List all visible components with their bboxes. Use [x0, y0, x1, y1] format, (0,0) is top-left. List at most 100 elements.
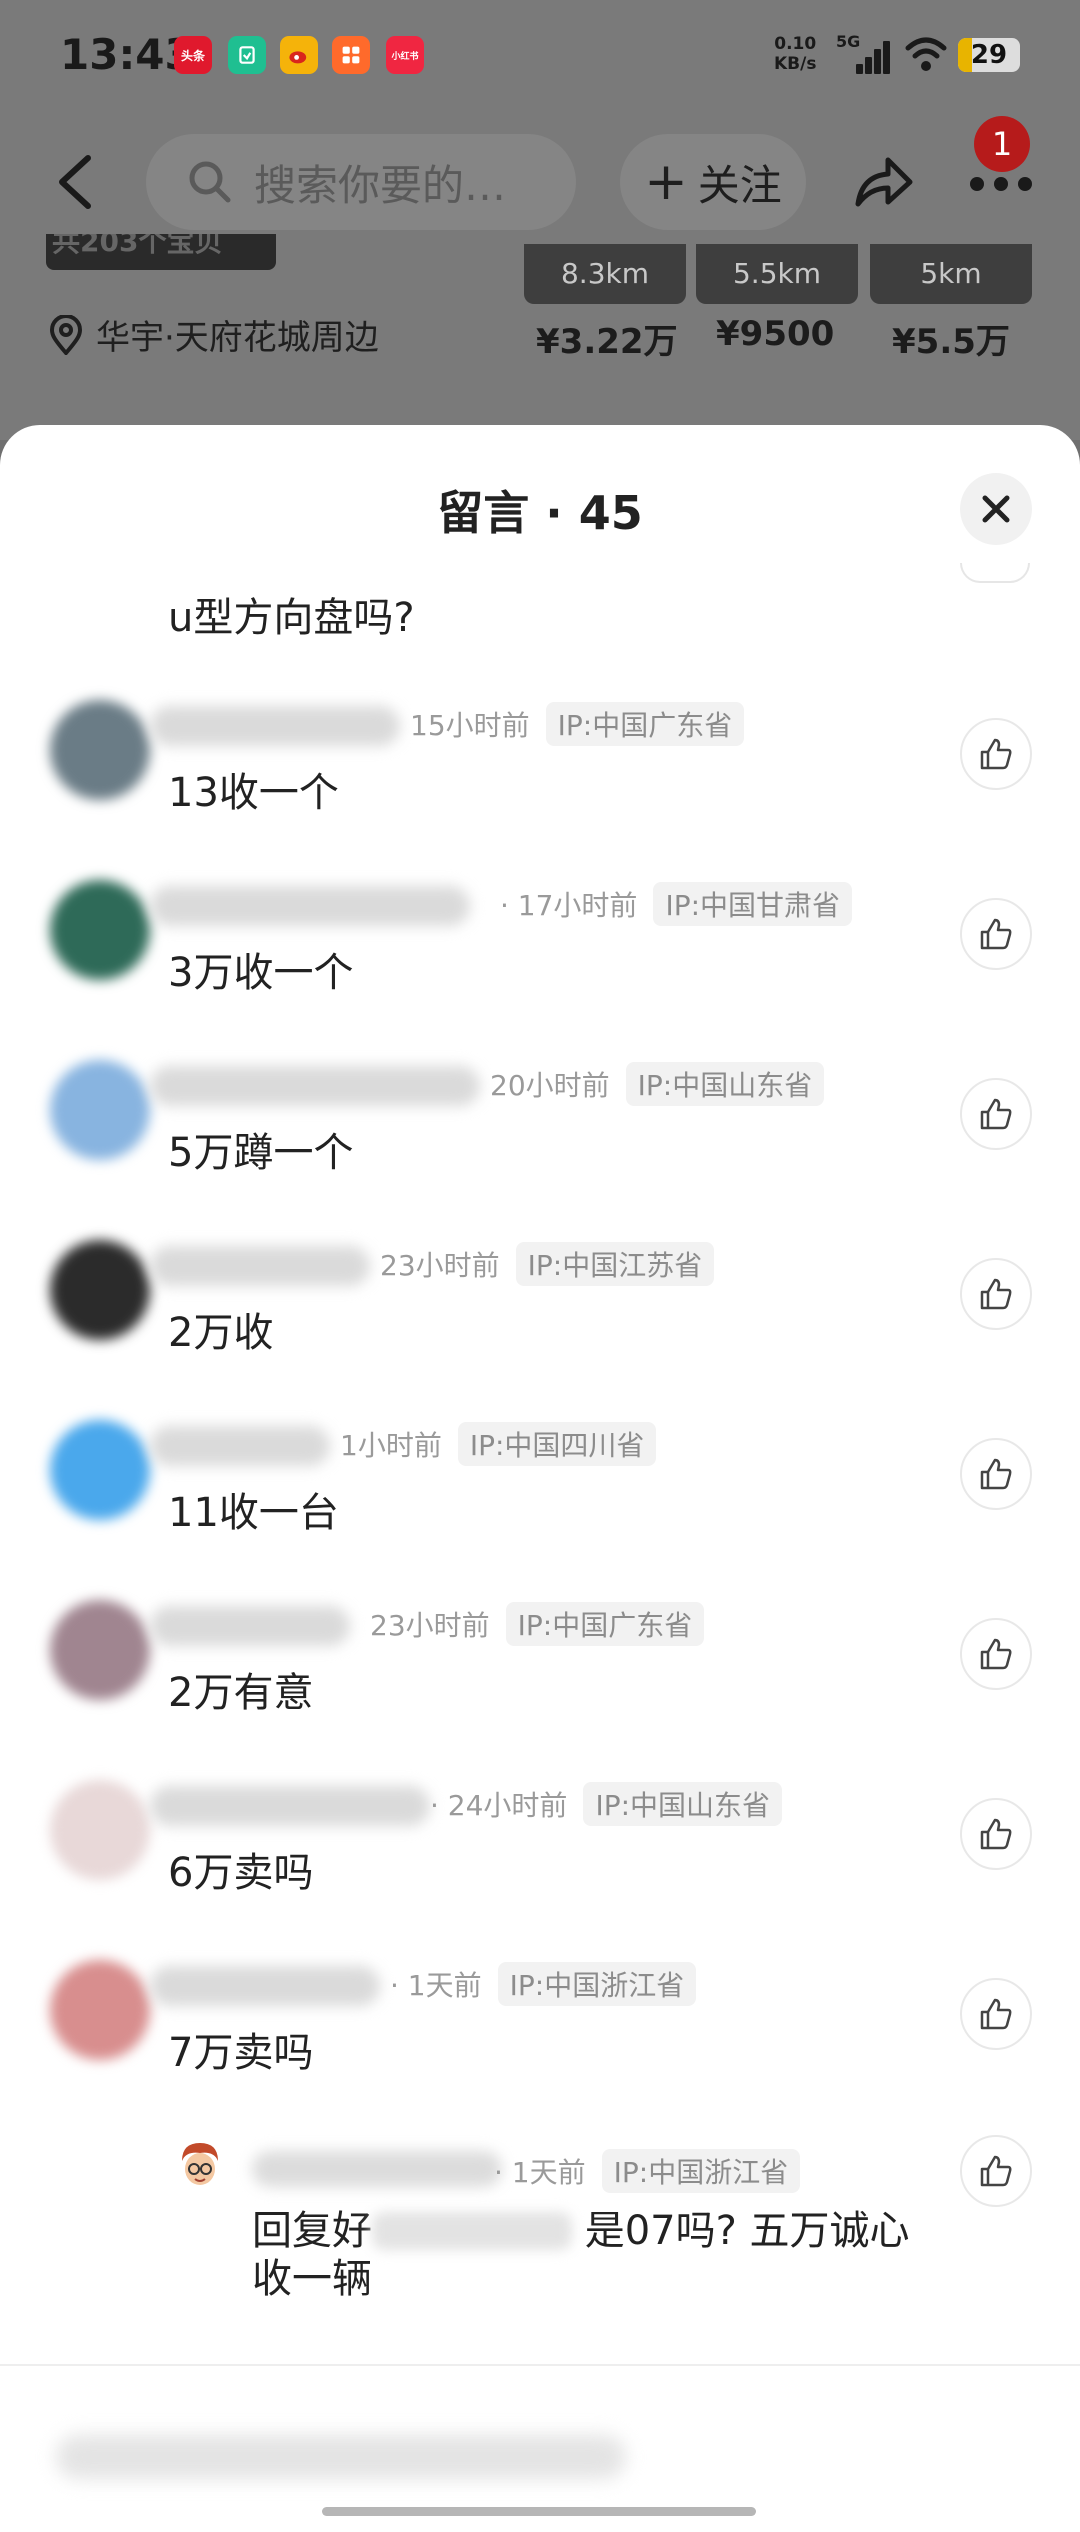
comment-time: · 1天前	[390, 1969, 482, 2002]
divider	[0, 2364, 1080, 2366]
location-text: 华宇·天府花城周边	[96, 318, 379, 358]
notification-badge: 1	[974, 116, 1030, 172]
avatar[interactable]	[50, 880, 150, 980]
username-blurred[interactable]	[150, 1786, 430, 1826]
listing-price: ¥5.5万	[892, 322, 1010, 362]
comment-time: 15小时前	[410, 709, 530, 742]
username-blurred[interactable]	[150, 1426, 330, 1466]
like-button[interactable]	[960, 1078, 1032, 1150]
comment-meta: · 17小时前 IP:中国甘肃省	[500, 882, 853, 926]
location-pin-icon	[49, 314, 83, 355]
comment-text: u型方向盘吗?	[168, 595, 415, 641]
ip-location-badge: IP:中国江苏省	[515, 1242, 715, 1286]
like-button[interactable]	[960, 563, 1030, 583]
location-label[interactable]: 华宇·天府花城周边	[48, 310, 379, 359]
comment-time: 23小时前	[370, 1609, 490, 1642]
comment-text: 11收一台	[168, 1490, 339, 1536]
avatar[interactable]	[50, 1420, 150, 1520]
avatar[interactable]	[50, 1600, 150, 1700]
more-menu-button[interactable]	[970, 174, 1032, 194]
listing-thumb[interactable]: 5.5km	[696, 244, 858, 304]
ip-location-badge: IP:中国广东省	[545, 702, 745, 746]
like-button[interactable]	[960, 718, 1032, 790]
comment-meta: · 1天前 IP:中国浙江省	[494, 2149, 801, 2193]
sheet-title: 留言 · 45	[437, 486, 643, 540]
mentioned-user-blurred[interactable]	[372, 2212, 572, 2250]
username-blurred[interactable]	[150, 1966, 380, 2006]
comment-meta: 15小时前 IP:中国广东省	[410, 702, 745, 746]
comment-meta: 20小时前 IP:中国山东省	[490, 1062, 825, 1106]
comment-time: 20小时前	[490, 1069, 610, 1102]
follow-button[interactable]: + 关注	[620, 134, 806, 230]
item-count-tag: 共203个宝贝	[46, 234, 276, 270]
xiaohongshu-icon: 小红书	[386, 36, 424, 74]
taobao-icon	[332, 36, 370, 74]
wifi-icon	[905, 37, 947, 71]
listing-thumb[interactable]: 8.3km	[524, 244, 686, 304]
ip-location-badge: IP:中国甘肃省	[653, 882, 853, 926]
share-icon[interactable]	[852, 150, 914, 212]
like-button[interactable]	[960, 1438, 1032, 1510]
comment-meta: · 24小时前 IP:中国山东省	[430, 1782, 783, 1826]
avatar[interactable]	[50, 1240, 150, 1340]
comment-meta: · 1天前 IP:中国浙江省	[390, 1962, 697, 2006]
like-button[interactable]	[960, 1798, 1032, 1870]
signal-icon	[852, 40, 892, 74]
username-blurred[interactable]	[150, 1066, 480, 1106]
listing-price: ¥9500	[716, 314, 835, 354]
like-button[interactable]	[960, 1618, 1032, 1690]
like-button[interactable]	[960, 1258, 1032, 1330]
listing-thumb[interactable]: 5km	[870, 244, 1032, 304]
username-blurred[interactable]	[150, 1246, 370, 1286]
comment-text: 7万卖吗	[168, 2030, 314, 2076]
username-blurred[interactable]	[252, 2151, 502, 2187]
like-button[interactable]	[960, 1978, 1032, 2050]
avatar[interactable]	[50, 700, 150, 800]
search-icon	[189, 161, 231, 203]
comment-item: · 1天前 IP:中国浙江省 7万卖吗	[0, 1960, 1080, 2140]
toutiao-icon: 头条	[174, 36, 212, 74]
battery-level: 29	[970, 40, 1008, 70]
comment-time: · 1天前	[494, 2156, 586, 2189]
ip-location-badge: IP:中国山东省	[583, 1782, 783, 1826]
comment-text: 5万蹲一个	[168, 1130, 354, 1176]
reply-text: 回复好 是07吗? 五万诚心收一辆	[252, 2207, 922, 2303]
thumbs-up-icon	[980, 1638, 1012, 1670]
avatar[interactable]	[168, 2135, 232, 2199]
thumbs-up-icon	[980, 1818, 1012, 1850]
ip-location-badge: IP:中国山东省	[625, 1062, 825, 1106]
comment-item: 23小时前 IP:中国广东省 2万有意	[0, 1600, 1080, 1780]
comment-text: 6万卖吗	[168, 1850, 314, 1896]
comment-time: · 24小时前	[430, 1789, 568, 1822]
plus-icon: +	[644, 152, 688, 212]
like-button[interactable]	[960, 898, 1032, 970]
comment-meta: 1小时前 IP:中国四川省	[340, 1422, 657, 1466]
comment-input[interactable]	[56, 2435, 626, 2479]
avatar[interactable]	[50, 1060, 150, 1160]
thumbs-up-icon	[980, 1278, 1012, 1310]
comment-item: 23小时前 IP:中国江苏省 2万收	[0, 1240, 1080, 1420]
search-input[interactable]: 搜索你要的…	[146, 134, 576, 230]
battery-icon: 29	[958, 38, 1020, 72]
back-arrow-icon[interactable]	[50, 152, 100, 212]
thumbs-up-icon	[980, 2155, 1012, 2187]
comment-item: · 24小时前 IP:中国山东省 6万卖吗	[0, 1780, 1080, 1960]
ip-location-badge: IP:中国四川省	[457, 1422, 657, 1466]
close-button[interactable]	[960, 473, 1032, 545]
listing-price: ¥3.22万	[536, 322, 678, 362]
comment-meta: 23小时前 IP:中国广东省	[370, 1602, 705, 1646]
follow-label: 关注	[697, 160, 782, 210]
avatar[interactable]	[50, 1780, 150, 1880]
home-indicator[interactable]	[322, 2507, 756, 2516]
ip-location-badge: IP:中国广东省	[505, 1602, 705, 1646]
username-blurred[interactable]	[150, 1606, 350, 1646]
username-blurred[interactable]	[150, 886, 470, 926]
close-icon	[982, 495, 1010, 523]
comment-time: 1小时前	[340, 1429, 442, 1462]
thumbs-up-icon	[980, 1098, 1012, 1130]
thumbs-up-icon	[980, 918, 1012, 950]
like-button[interactable]	[960, 2135, 1032, 2207]
username-blurred[interactable]	[150, 706, 400, 746]
top-nav: 搜索你要的… + 关注 1	[0, 116, 1080, 230]
avatar[interactable]	[50, 1960, 150, 2060]
